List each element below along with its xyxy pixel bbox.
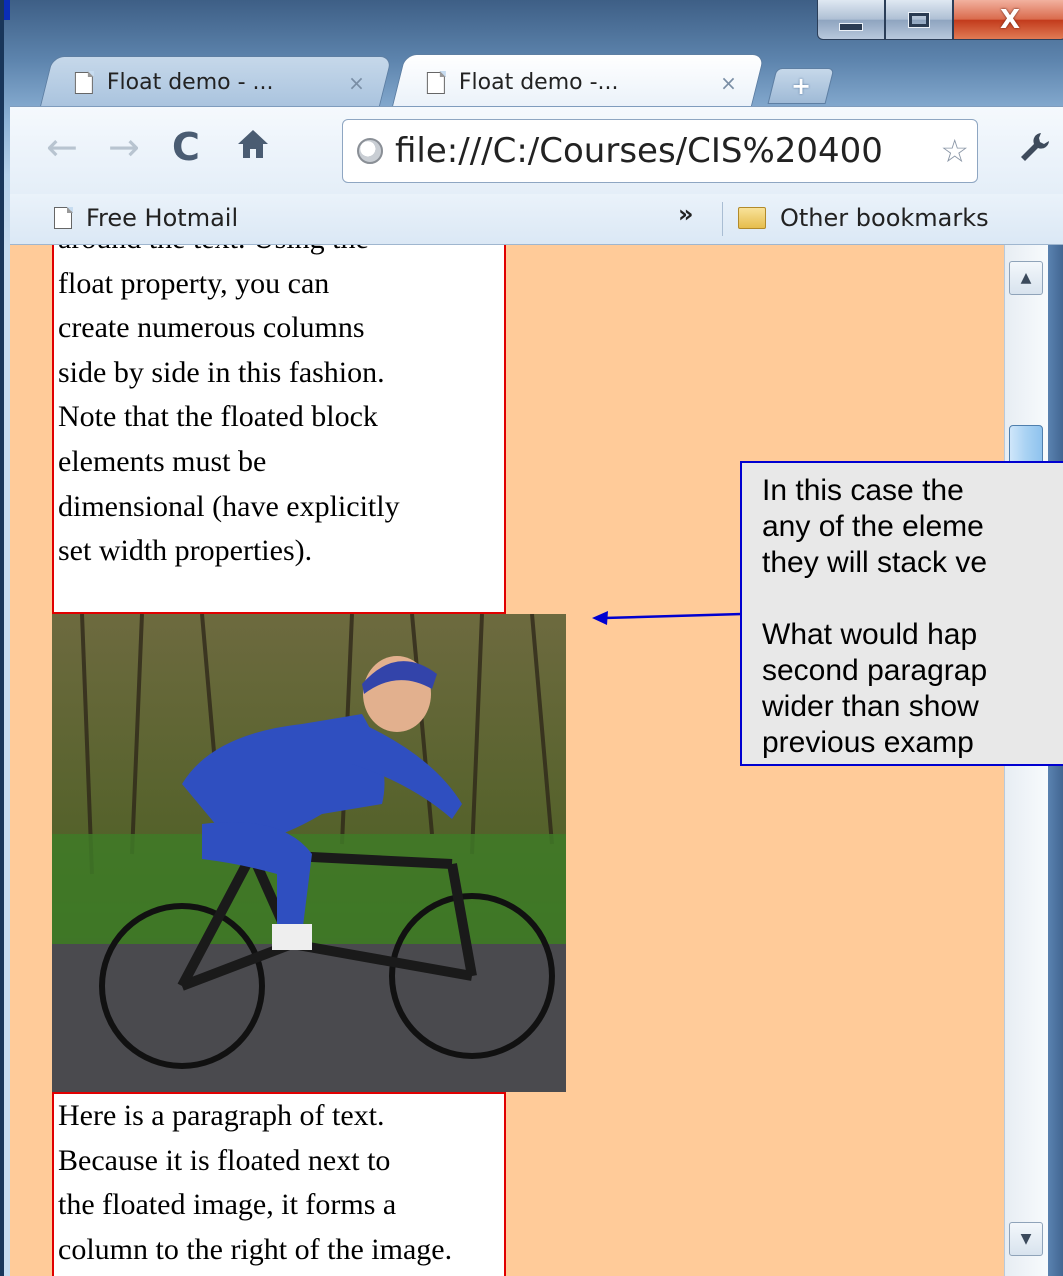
wrench-icon-graphic xyxy=(1021,133,1049,161)
bookmarks-divider xyxy=(722,202,723,236)
cyclist-photo xyxy=(52,614,566,1092)
scroll-up-button[interactable]: ▲ xyxy=(1009,261,1043,295)
callout-line: second paragrap xyxy=(762,654,988,687)
reload-icon[interactable]: C xyxy=(172,127,200,167)
cyclist-photo-graphic xyxy=(52,614,566,1092)
star-icon[interactable]: ☆ xyxy=(940,132,969,170)
maximize-button[interactable] xyxy=(885,0,953,40)
navigation-toolbar: ← → C file:///C:/Courses/CIS%20400 ☆ xyxy=(10,106,1063,195)
paragraph-line: elements must be xyxy=(58,444,267,478)
callout-line: they will stack ve xyxy=(762,546,988,579)
tab-title: Float demo - ... xyxy=(106,70,274,95)
callout-spacer xyxy=(762,581,1063,617)
forward-arrow-icon[interactable]: → xyxy=(108,127,140,167)
globe-icon xyxy=(357,138,383,164)
new-tab-button[interactable]: + xyxy=(767,68,835,104)
other-bookmarks-label: Other bookmarks xyxy=(780,204,989,232)
plus-icon: + xyxy=(790,72,812,100)
window-corner-accent xyxy=(4,0,10,20)
chevron-down-icon: ▼ xyxy=(1020,1231,1032,1247)
paragraph-line: column to the right of the image. xyxy=(58,1232,453,1266)
callout-line: What would hap xyxy=(762,618,978,651)
bookmark-free-hotmail[interactable]: Free Hotmail xyxy=(54,204,238,232)
other-bookmarks-button[interactable]: Other bookmarks xyxy=(738,204,989,232)
wrench-icon[interactable] xyxy=(1017,129,1053,174)
chevron-up-icon: ▲ xyxy=(1020,270,1032,286)
folder-icon xyxy=(738,207,766,229)
close-icon: X xyxy=(999,4,1021,35)
paragraph-line: float property, you can xyxy=(58,266,330,300)
floated-paragraph-top: around the text. Using the float propert… xyxy=(52,245,506,614)
tab-float-demo-1[interactable]: Float demo - ... × xyxy=(39,56,393,108)
paragraph-line: create numerous columns xyxy=(58,311,365,345)
close-window-button[interactable]: X xyxy=(953,0,1063,40)
bookmarks-bar: Free Hotmail » Other bookmarks xyxy=(10,194,1063,245)
paragraph-line: dimensional (have explicitly xyxy=(58,489,400,523)
bookmark-label: Free Hotmail xyxy=(86,204,239,232)
page-icon xyxy=(54,206,73,229)
floated-paragraph-bottom: Here is a paragraph of text. Because it … xyxy=(52,1092,506,1276)
tab-close-icon[interactable]: × xyxy=(720,71,737,95)
tab-close-icon[interactable]: × xyxy=(348,71,365,95)
annotation-callout: In this case the any of the eleme they w… xyxy=(740,461,1063,766)
address-bar[interactable]: file:///C:/Courses/CIS%20400 ☆ xyxy=(342,119,978,183)
page-icon xyxy=(426,71,445,94)
tab-float-demo-2[interactable]: Float demo -... × xyxy=(391,54,765,110)
paragraph-line: the floated image, it forms a xyxy=(58,1188,397,1222)
page-icon xyxy=(74,71,93,94)
callout-line: wider than show xyxy=(762,690,979,723)
paragraph-line: set width properties). xyxy=(58,534,313,568)
callout-line: In this case the xyxy=(762,474,964,507)
scroll-down-button[interactable]: ▼ xyxy=(1009,1222,1043,1256)
paragraph-line: around the text. Using the xyxy=(58,245,504,262)
bookmarks-overflow-icon[interactable]: » xyxy=(678,200,694,228)
callout-line: any of the eleme xyxy=(762,510,984,543)
url-text[interactable]: file:///C:/Courses/CIS%20400 xyxy=(395,131,940,171)
back-arrow-icon[interactable]: ← xyxy=(46,127,78,167)
paragraph-line: Note that the floated block xyxy=(58,400,378,434)
home-icon[interactable] xyxy=(236,127,270,168)
minimize-icon xyxy=(839,22,863,31)
paragraph-line: side by side in this fashion. xyxy=(58,355,385,389)
maximize-icon xyxy=(908,11,930,28)
callout-arrow xyxy=(592,611,743,625)
window-caption-buttons: X xyxy=(817,0,1063,44)
tab-strip: Float demo - ... × Float demo -... × + xyxy=(39,50,835,110)
minimize-button[interactable] xyxy=(817,0,885,40)
paragraph-line: Because it is floated next to xyxy=(58,1143,391,1177)
tab-title: Float demo -... xyxy=(458,70,619,95)
paragraph-line: Here is a paragraph of text. xyxy=(58,1099,385,1132)
home-icon-graphic xyxy=(238,130,268,158)
callout-line: previous examp xyxy=(762,726,974,759)
